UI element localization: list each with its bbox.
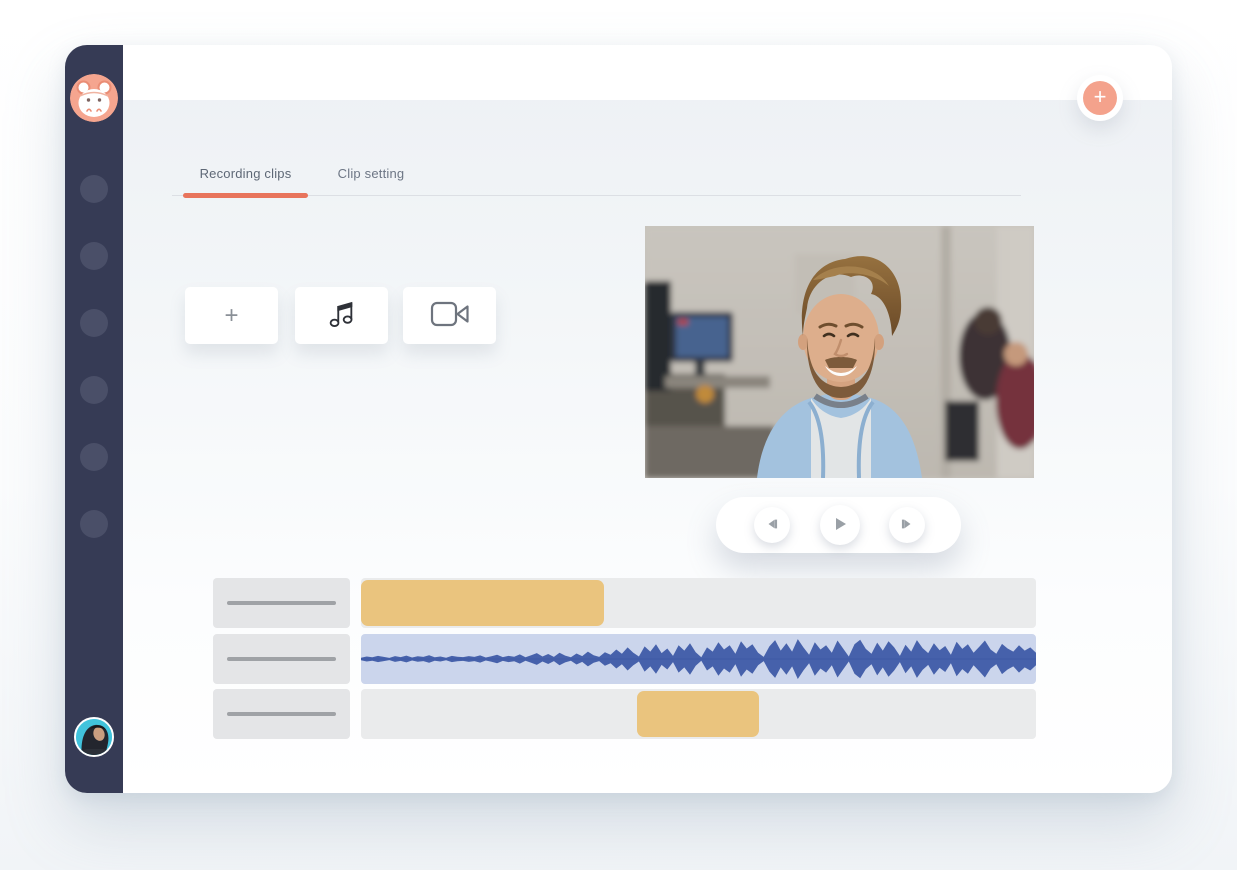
track-label-placeholder xyxy=(227,657,336,661)
app-window: { "colors": { "accent_orange": "#E8745C"… xyxy=(0,0,1237,870)
track-3-label xyxy=(213,689,350,739)
step-forward-icon xyxy=(900,517,914,534)
add-clip-button[interactable]: + xyxy=(185,287,278,344)
track-label-placeholder xyxy=(227,601,336,605)
plus-icon: + xyxy=(224,302,238,330)
mascot-monkey-icon xyxy=(70,74,118,122)
fab-halo: + xyxy=(1077,75,1123,121)
sidebar-item-3[interactable] xyxy=(80,309,108,337)
add-fab-button[interactable]: + xyxy=(1083,81,1117,115)
track-row-1 xyxy=(213,578,1036,628)
track-label-placeholder xyxy=(227,712,336,716)
video-camera-icon xyxy=(430,301,470,330)
user-avatar[interactable] xyxy=(74,717,114,757)
waveform-path xyxy=(361,639,1036,679)
step-backward-button[interactable] xyxy=(754,507,790,543)
active-tab-underline xyxy=(183,193,308,198)
audio-waveform xyxy=(361,634,1036,684)
track-row-2 xyxy=(213,634,1036,684)
sidebar-item-6[interactable] xyxy=(80,510,108,538)
tab-recording-clips[interactable]: Recording clips xyxy=(183,166,308,181)
track-3-lane xyxy=(361,689,1036,739)
add-music-button[interactable] xyxy=(295,287,388,344)
sidebar-nav xyxy=(80,175,108,577)
music-note-icon xyxy=(328,299,356,332)
transport-bar xyxy=(716,497,961,553)
sidebar-item-5[interactable] xyxy=(80,443,108,471)
sidebar-item-2[interactable] xyxy=(80,242,108,270)
header-bar xyxy=(123,45,1172,100)
timeline-clip-video-1[interactable] xyxy=(361,580,604,626)
tab-clip-setting[interactable]: Clip setting xyxy=(318,166,424,181)
video-preview xyxy=(645,226,1034,478)
play-icon xyxy=(832,516,848,535)
video-preview-image xyxy=(645,226,1034,478)
play-button[interactable] xyxy=(820,505,860,545)
add-video-button[interactable] xyxy=(403,287,496,344)
track-2-label xyxy=(213,634,350,684)
editor-card: + Recording clips Clip setting + xyxy=(65,45,1172,793)
audio-waveform-clip[interactable] xyxy=(361,634,1036,684)
plus-icon: + xyxy=(1094,82,1107,112)
track-row-3 xyxy=(213,689,1036,739)
main-panel: + Recording clips Clip setting + xyxy=(123,45,1172,793)
step-backward-icon xyxy=(765,517,779,534)
step-forward-button[interactable] xyxy=(889,507,925,543)
sidebar-item-1[interactable] xyxy=(80,175,108,203)
timeline-clip-video-2[interactable] xyxy=(637,691,759,737)
track-1-label xyxy=(213,578,350,628)
sidebar-item-4[interactable] xyxy=(80,376,108,404)
track-1-lane xyxy=(361,578,1036,628)
sidebar xyxy=(65,45,123,793)
